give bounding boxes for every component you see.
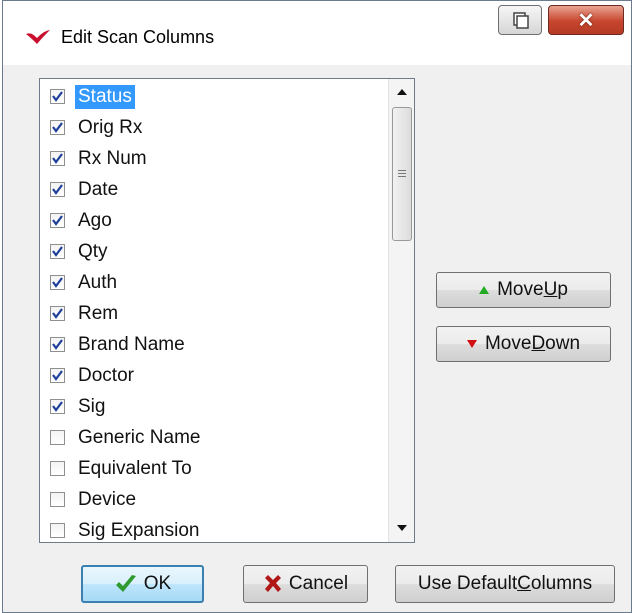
column-label: Date (78, 178, 119, 200)
column-list-item[interactable]: Qty (50, 236, 111, 267)
scroll-down-arrow-icon[interactable] (389, 515, 414, 541)
column-label: Generic Name (78, 426, 201, 448)
column-checkbox[interactable] (50, 244, 65, 259)
move-up-label: Move (497, 279, 544, 300)
columns-list[interactable]: Status Orig Rx Rx Num Date Ago Qty Auth Rem Bran… (39, 78, 415, 543)
column-checkbox[interactable] (50, 275, 65, 290)
column-list-item[interactable]: Device (50, 484, 139, 515)
column-checkbox[interactable] (50, 430, 65, 445)
column-checkbox[interactable] (50, 368, 65, 383)
column-label: Auth (78, 271, 118, 293)
column-label: Sig (78, 395, 106, 417)
column-list-item[interactable]: Sig (50, 391, 108, 422)
checkmark-icon (52, 308, 63, 319)
column-label: Doctor (78, 364, 134, 386)
column-list-item[interactable]: Ago (50, 205, 115, 236)
checkmark-icon (52, 215, 63, 226)
checkmark-icon (52, 277, 63, 288)
checkmark-icon (115, 575, 136, 592)
column-label: Brand Name (78, 333, 185, 355)
column-checkbox[interactable] (50, 213, 65, 228)
move-down-accel: D (531, 333, 546, 354)
column-list-item[interactable]: Auth (50, 267, 120, 298)
close-icon: ✕ (577, 9, 595, 32)
column-label: Sig Expansion (78, 519, 200, 541)
column-list-item[interactable]: Status (50, 81, 135, 112)
checkmark-icon (52, 339, 63, 350)
grip-line (398, 173, 406, 174)
checkmark-icon (52, 153, 63, 164)
column-checkbox[interactable] (50, 399, 65, 414)
column-label: Orig Rx (78, 116, 143, 138)
move-down-label-end: own (545, 333, 581, 354)
column-checkbox[interactable] (50, 492, 65, 507)
use-default-columns-button[interactable]: Use Default Columns (395, 565, 615, 603)
cancel-button[interactable]: Cancel (243, 565, 368, 603)
title-bar[interactable]: Edit Scan Columns ✕ (3, 1, 631, 65)
checkmark-icon (52, 184, 63, 195)
default-accel: C (517, 573, 531, 594)
column-list-item[interactable]: Brand Name (50, 329, 188, 360)
vertical-scrollbar[interactable] (388, 79, 414, 542)
checkmark-icon (52, 122, 63, 133)
scrollbar-thumb[interactable] (392, 107, 412, 241)
move-down-button[interactable]: Move Down (436, 326, 611, 362)
grip-line (398, 170, 406, 171)
down-arrow-icon (466, 340, 477, 348)
column-label: Rem (78, 302, 119, 324)
column-checkbox[interactable] (50, 306, 65, 321)
column-list-item[interactable]: Generic Name (50, 422, 204, 453)
column-list-item[interactable]: Rx Num (50, 143, 150, 174)
x-icon (264, 575, 281, 592)
column-checkbox[interactable] (50, 120, 65, 135)
column-label: Device (78, 488, 137, 510)
move-up-button[interactable]: Move Up (436, 272, 611, 308)
column-list-item[interactable]: Equivalent To (50, 453, 195, 484)
ok-button[interactable]: OK (81, 565, 204, 603)
move-down-label: Move (484, 333, 532, 354)
checkmark-icon (52, 401, 63, 412)
restore-button[interactable] (498, 5, 542, 35)
checkmark-icon (52, 246, 63, 257)
close-button[interactable]: ✕ (548, 5, 624, 35)
dialog-window: Edit Scan Columns ✕ Status Orig Rx Rx Nu… (2, 0, 632, 613)
ok-label: OK (143, 573, 172, 594)
move-up-accel: U (543, 279, 558, 300)
column-list-item[interactable]: Rem (50, 298, 121, 329)
column-list-item[interactable]: Sig Expansion (50, 515, 202, 542)
app-icon (25, 29, 51, 50)
column-checkbox[interactable] (50, 461, 65, 476)
column-label: Status (75, 84, 135, 109)
default-label-end: olumns (530, 573, 593, 594)
column-checkbox[interactable] (50, 182, 65, 197)
column-label: Equivalent To (78, 457, 192, 479)
checkmark-icon (52, 370, 63, 381)
move-up-label-end: p (557, 279, 568, 300)
cancel-label: Cancel (288, 573, 349, 594)
column-checkbox[interactable] (50, 337, 65, 352)
window-title: Edit Scan Columns (61, 27, 215, 47)
grip-line (398, 176, 406, 177)
column-label: Ago (78, 209, 112, 231)
column-list-item[interactable]: Orig Rx (50, 112, 145, 143)
scroll-up-arrow-icon[interactable] (389, 79, 414, 105)
column-checkbox[interactable] (50, 523, 65, 538)
restore-icon (513, 12, 529, 29)
checkmark-icon (52, 91, 63, 102)
default-label: Use Default (417, 573, 518, 594)
column-list-item[interactable]: Doctor (50, 360, 137, 391)
column-list-item[interactable]: Date (50, 174, 121, 205)
column-label: Rx Num (78, 147, 147, 169)
column-checkbox[interactable] (50, 151, 65, 166)
column-label: Qty (78, 240, 108, 262)
up-arrow-icon (479, 286, 490, 294)
column-checkbox[interactable] (50, 89, 65, 104)
